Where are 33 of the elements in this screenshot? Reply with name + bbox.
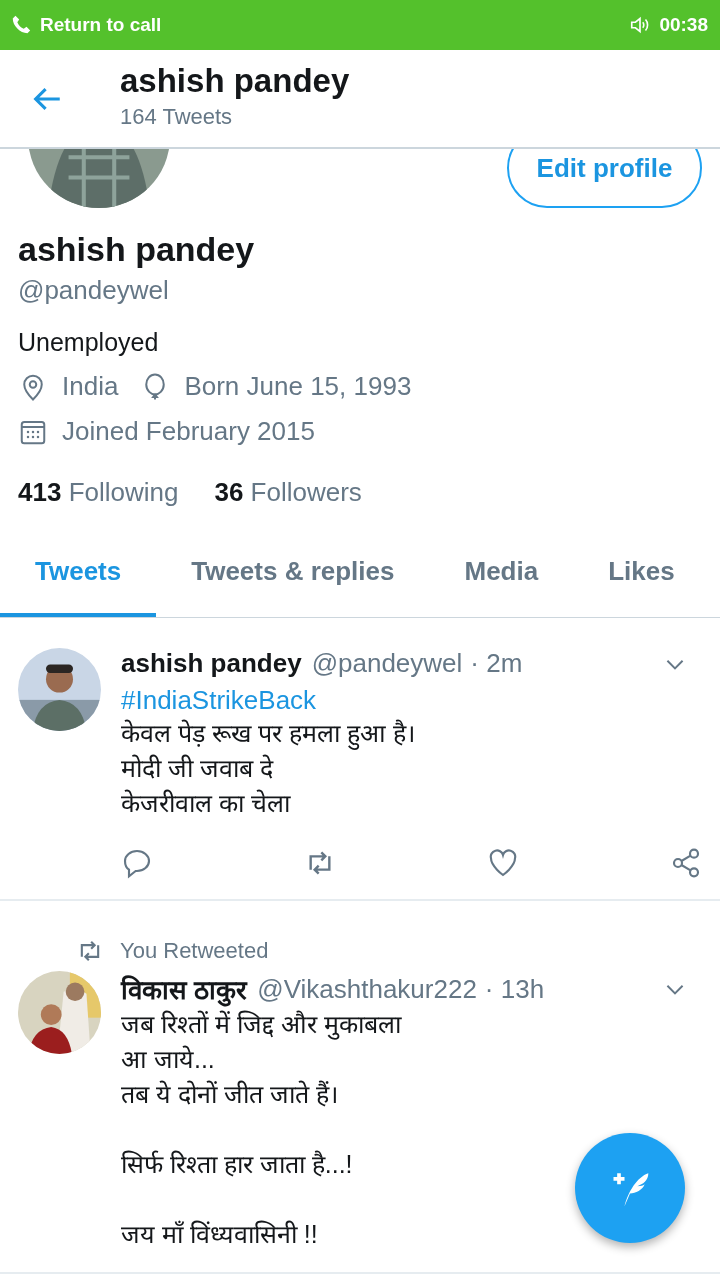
- call-banner[interactable]: Return to call 00:38: [0, 0, 720, 50]
- author-handle: @pandeywel: [311, 648, 463, 679]
- tweet-time: · 13h: [484, 973, 545, 1005]
- joined-text: Joined February 2015: [62, 416, 315, 447]
- stat-link[interactable]: 413 Following: [18, 477, 179, 508]
- profile-tab[interactable]: Likes: [573, 530, 695, 617]
- profile-tab[interactable]: Media: [429, 530, 574, 617]
- profile-handle: @pandeywel: [18, 275, 170, 306]
- author-name: विकास ठाकुर: [121, 974, 248, 1007]
- edit-profile-button[interactable]: Edit profile: [507, 149, 702, 208]
- profile-title: ashish pandey: [120, 61, 350, 100]
- retweeted-label: You Retweeted: [120, 938, 269, 964]
- compose-button[interactable]: [575, 1133, 685, 1243]
- author-handle: @Vikashthakur222: [257, 973, 477, 1005]
- tweet-text: जब रिश्तों में जिद्द और मुकाबला आ जाये... तब ये दोनों जीत जाते हैं। सिर्फ रिश्ता हार जाता है...! जय माँ विंध्यवासिनी !!: [121, 1009, 403, 1250]
- share-icon[interactable]: [670, 847, 702, 879]
- location-text: India: [62, 371, 119, 402]
- tweet-time: · 2m: [470, 648, 523, 679]
- call-label: Return to call: [40, 14, 162, 36]
- tweet-count: 164 Tweets: [120, 103, 234, 130]
- profile-tab[interactable]: Tweets & replies: [156, 530, 430, 617]
- call-timer: 00:38: [659, 14, 708, 36]
- reply-icon[interactable]: [121, 847, 153, 879]
- phone-icon: [10, 14, 32, 36]
- profile-bio: Unemployed: [18, 328, 160, 357]
- birthday-text: Born June 15, 1993: [184, 371, 412, 402]
- profile-name: ashish pandey: [18, 230, 256, 269]
- author-name: ashish pandey: [121, 648, 302, 679]
- profile-tab[interactable]: Tweets: [0, 530, 157, 617]
- heart-icon[interactable]: [487, 847, 519, 879]
- hashtag-link[interactable]: #IndiaStrikeBack: [121, 685, 702, 716]
- stat-link[interactable]: 36 Followers: [214, 477, 362, 508]
- tweet-text: केवल पेड़ रूख पर हमला हुआ है। मोदी जी जवाब दे केजरीवाल का चेला: [121, 718, 416, 819]
